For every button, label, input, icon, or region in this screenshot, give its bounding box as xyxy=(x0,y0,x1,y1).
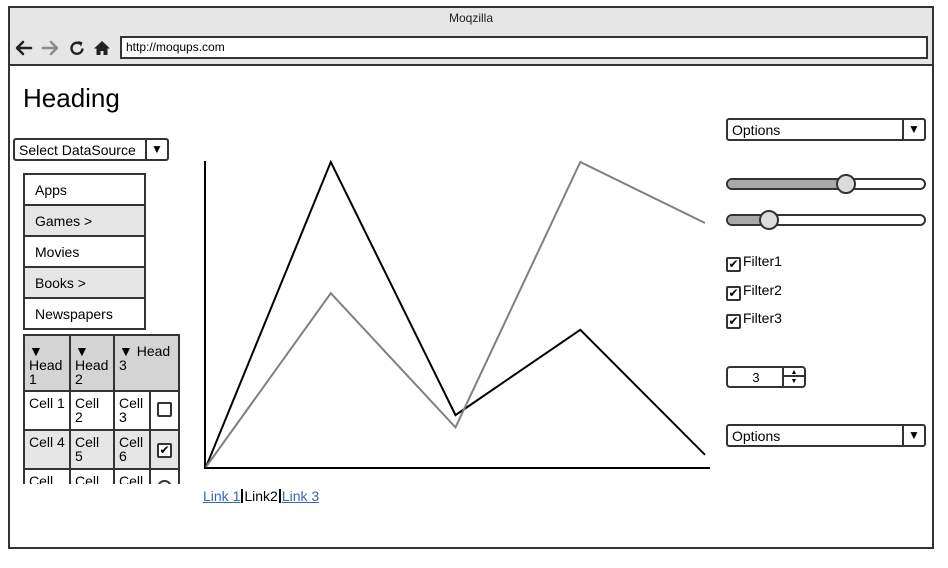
options-select-value: Options xyxy=(732,428,781,444)
table-cell: Cell xyxy=(69,468,115,484)
menu-item-apps[interactable]: Apps xyxy=(23,173,146,206)
filter3-checkbox[interactable]: ✔ Filter3 xyxy=(726,310,782,329)
options-select-bottom[interactable]: Options ▼ xyxy=(726,424,926,447)
table-header[interactable]: ▼ Head 2 xyxy=(69,334,115,392)
table-cell: Cell 6 xyxy=(113,429,151,470)
table-cell: Cell 1 xyxy=(23,390,71,431)
table-header[interactable]: ▼ Head 1 xyxy=(23,334,71,392)
row-radio[interactable] xyxy=(157,480,172,484)
table-cell: Cell 4 xyxy=(23,429,71,470)
chevron-down-icon: ▼ xyxy=(902,426,924,445)
slider-handle[interactable] xyxy=(835,174,856,194)
filter2-checkbox[interactable]: ✔ Filter2 xyxy=(726,282,782,301)
url-field[interactable]: http://moqups.com xyxy=(120,36,928,59)
table-header[interactable]: ▼ Head 3 xyxy=(113,334,180,392)
window-title: Moqzilla xyxy=(448,11,493,25)
filter-label: Filter1 xyxy=(743,253,782,269)
slider-fill xyxy=(728,180,846,188)
table-cell: Cell xyxy=(113,468,151,484)
menu-item-label: Books > xyxy=(35,275,86,291)
table-row: Cell Cell Cell xyxy=(23,468,180,484)
link-2[interactable]: Link2 xyxy=(244,488,277,504)
menu-item-label: Newspapers xyxy=(35,306,113,322)
stepper-down-icon[interactable]: ▼ xyxy=(784,377,804,386)
chevron-down-icon: ▼ xyxy=(145,140,167,159)
line-chart xyxy=(204,159,710,469)
chevron-down-icon: ▼ xyxy=(902,120,924,139)
back-arrow-icon[interactable] xyxy=(14,38,34,58)
row-checkbox[interactable] xyxy=(157,402,172,417)
options-select-value: Options xyxy=(732,122,781,138)
browser-window: Moqzilla http://moqups.com Heading Selec… xyxy=(8,6,934,549)
menu-item-label: Apps xyxy=(35,182,67,198)
series-line-2 xyxy=(205,160,706,468)
slider-1[interactable] xyxy=(726,174,926,194)
checkmark-icon: ✔ xyxy=(726,314,741,329)
options-select-top[interactable]: Options ▼ xyxy=(726,118,926,141)
menu-item-games[interactable]: Games > xyxy=(23,203,172,238)
page-heading: Heading xyxy=(23,83,120,113)
data-table: ▼ Head 1 ▼ Head 2 ▼ Head 3 Cell 1 Cell 2 C… xyxy=(23,334,180,484)
menu-item-newspapers[interactable]: Newspapers xyxy=(23,297,146,330)
filter-label: Filter3 xyxy=(743,310,782,326)
menu-item-movies[interactable]: Movies xyxy=(23,235,146,268)
stepper-value[interactable]: 3 xyxy=(728,370,784,385)
home-icon[interactable] xyxy=(92,38,112,58)
reload-icon[interactable] xyxy=(67,38,87,58)
link-1[interactable]: Link 1 xyxy=(203,488,240,504)
filter1-checkbox[interactable]: ✔ Filter1 xyxy=(726,253,782,272)
link-bar: Link 1 Link2 Link 3 xyxy=(203,488,319,504)
slider-handle[interactable] xyxy=(759,210,780,230)
link-3[interactable]: Link 3 xyxy=(282,488,319,504)
link-separator xyxy=(278,489,281,503)
menu-item-label: Movies xyxy=(35,244,80,260)
number-stepper[interactable]: 3 ▲ ▼ xyxy=(726,366,806,388)
row-checkbox[interactable]: ✔ xyxy=(157,442,172,458)
table-cell: Cell xyxy=(23,468,71,484)
table-row: Cell 4 Cell 5 Cell 6 ✔ xyxy=(23,429,180,470)
table-cell: Cell 2 xyxy=(69,390,115,431)
series-line-1 xyxy=(205,159,706,468)
stepper-up-icon[interactable]: ▲ xyxy=(784,368,804,377)
datasource-select-value: Select DataSource xyxy=(19,142,136,158)
menu-item-label: Games > xyxy=(35,213,93,229)
filter-label: Filter2 xyxy=(743,282,782,298)
checkmark-icon: ✔ xyxy=(726,286,741,301)
menu-item-books[interactable]: Books > xyxy=(23,265,172,300)
slider-2[interactable] xyxy=(726,210,926,230)
datasource-select[interactable]: Select DataSource ▼ xyxy=(13,138,169,161)
table-row: Cell 1 Cell 2 Cell 3 xyxy=(23,390,180,431)
table-cell: Cell 5 xyxy=(69,429,115,470)
forward-arrow-icon[interactable] xyxy=(40,38,60,58)
title-bar: Moqzilla http://moqups.com xyxy=(10,8,932,66)
checkmark-icon: ✔ xyxy=(726,257,741,272)
table-cell: Cell 3 xyxy=(113,390,151,431)
